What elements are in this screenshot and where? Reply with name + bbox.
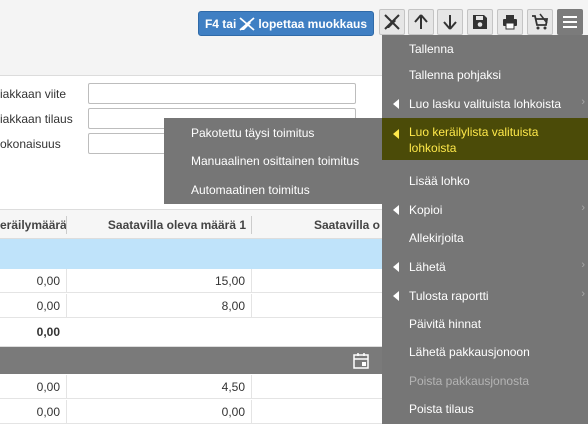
chevron-right-icon: › xyxy=(581,202,585,214)
menu-item-label: Tallenna xyxy=(409,42,454,56)
menu-item-label: Lähetä xyxy=(409,260,446,274)
cell-available-quantity: 15,00 xyxy=(214,274,245,288)
submenu-arrow-icon xyxy=(393,262,399,272)
cell-separator xyxy=(66,269,67,293)
column-header-picking-quantity[interactable]: eräilymäärä xyxy=(0,210,67,240)
menu-item-label: Päivitä hinnat xyxy=(409,317,482,331)
menu-item-send[interactable]: Lähetä › xyxy=(382,253,588,281)
submenu-item-manual-partial-delivery[interactable]: Manuaalinen osittainen toimitus xyxy=(191,154,359,168)
submenu-arrow-icon xyxy=(393,205,399,215)
move-down-button[interactable] xyxy=(437,9,463,35)
menu-icon xyxy=(563,16,577,28)
cell-picking-quantity: 0,00 xyxy=(36,405,60,419)
cell-picking-quantity: 0,00 xyxy=(36,299,60,313)
menu-item-update-prices[interactable]: Päivitä hinnat xyxy=(382,310,588,338)
menu-item-label: Luo keräilylista valituista lohkoista xyxy=(409,125,539,155)
menu-item-label: Lähetä pakkausjonoon xyxy=(409,345,530,359)
actions-dropdown-menu: Tallenna Tallenna pohjaksi Luo lasku val… xyxy=(382,35,588,424)
chevron-right-icon: › xyxy=(581,96,585,108)
menu-item-create-picking-list[interactable]: Luo keräilylista valituista lohkoista xyxy=(382,118,588,160)
cell-separator xyxy=(66,375,67,399)
menu-item-label: Allekirjoita xyxy=(409,231,464,245)
menu-item-create-invoice[interactable]: Luo lasku valituista lohkoista › xyxy=(382,90,588,118)
menu-item-sign[interactable]: Allekirjoita xyxy=(382,224,588,252)
stop-editing-button[interactable]: F4 tai lopettaa muokkaus xyxy=(198,11,374,36)
chevron-right-icon: › xyxy=(581,259,585,271)
edit-button-suffix: lopettaa muokkaus xyxy=(258,16,368,31)
print-toolbar-button[interactable] xyxy=(497,9,523,35)
cell-available-quantity: 4,50 xyxy=(221,380,245,394)
cell-picking-quantity: 0,00 xyxy=(36,274,60,288)
submenu-arrow-icon xyxy=(393,99,399,109)
menu-item-label: Lisää lohko xyxy=(409,174,470,188)
cell-separator xyxy=(251,400,252,424)
save-toolbar-button[interactable] xyxy=(467,9,493,35)
column-separator xyxy=(251,216,252,234)
cell-available-quantity: 0,00 xyxy=(221,405,245,419)
no-edit-toolbar-button[interactable] xyxy=(379,9,405,35)
cell-available-quantity: 8,00 xyxy=(221,299,245,313)
save-icon xyxy=(473,15,487,29)
sum-picking-quantity: 0,00 xyxy=(36,325,60,339)
menu-item-label: Poista pakkausjonosta xyxy=(409,374,530,388)
column-header-available-quantity-2[interactable]: Saatavilla o xyxy=(300,210,380,240)
menu-item-print-report[interactable]: Tulosta raportti › xyxy=(382,282,588,310)
menu-item-save-as-template[interactable]: Tallenna pohjaksi xyxy=(382,61,588,89)
no-edit-icon xyxy=(384,14,400,30)
submenu-arrow-icon xyxy=(393,129,399,139)
picking-list-submenu: Pakotettu täysi toimitus Manuaalinen osi… xyxy=(164,118,382,204)
column-separator xyxy=(66,216,67,234)
menu-item-add-block[interactable]: Lisää lohko xyxy=(382,167,588,195)
cell-separator xyxy=(66,294,67,318)
cell-separator xyxy=(251,375,252,399)
cell-separator xyxy=(66,400,67,424)
calendar-icon[interactable] xyxy=(352,352,370,370)
cell-separator xyxy=(251,269,252,293)
print-icon xyxy=(503,15,517,30)
menu-item-label: Kopioi xyxy=(409,203,443,217)
menu-item-label: Poista tilaus xyxy=(409,402,474,416)
customer-order-label: iakkaan tilaus xyxy=(0,112,73,126)
cart-toolbar-button[interactable] xyxy=(527,9,553,35)
total-label: okonaisuus xyxy=(0,137,61,151)
no-edit-icon xyxy=(239,16,255,31)
cell-picking-quantity: 0,00 xyxy=(36,380,60,394)
customer-reference-label: iakkaan viite xyxy=(0,87,67,101)
menu-item-delete-order[interactable]: Poista tilaus xyxy=(382,395,588,423)
column-header-available-quantity-1[interactable]: Saatavilla oleva määrä 1 xyxy=(70,210,246,240)
menu-item-label: Tallenna pohjaksi xyxy=(409,68,502,82)
menu-item-label: Tulosta raportti xyxy=(409,289,489,303)
arrow-down-icon xyxy=(443,15,457,30)
submenu-item-automatic-delivery[interactable]: Automaatinen toimitus xyxy=(191,183,310,197)
menu-item-send-to-packing-queue[interactable]: Lähetä pakkausjonoon xyxy=(382,338,588,366)
menu-item-copy[interactable]: Kopioi › xyxy=(382,196,588,224)
submenu-item-forced-full-delivery[interactable]: Pakotettu täysi toimitus xyxy=(191,126,314,140)
chevron-right-icon: › xyxy=(581,288,585,300)
edit-button-prefix: F4 tai xyxy=(204,16,237,31)
menu-item-save[interactable]: Tallenna xyxy=(382,35,588,63)
move-up-button[interactable] xyxy=(408,9,434,35)
arrow-up-icon xyxy=(414,14,428,29)
cart-icon xyxy=(532,13,549,30)
customer-reference-input[interactable] xyxy=(88,83,356,104)
menu-item-label: Luo lasku valituista lohkoista xyxy=(409,97,562,111)
menu-item-remove-from-packing-queue: Poista pakkausjonosta xyxy=(382,367,588,395)
actions-menu-button[interactable] xyxy=(557,9,583,35)
submenu-arrow-icon xyxy=(393,291,399,301)
cell-separator xyxy=(251,294,252,318)
